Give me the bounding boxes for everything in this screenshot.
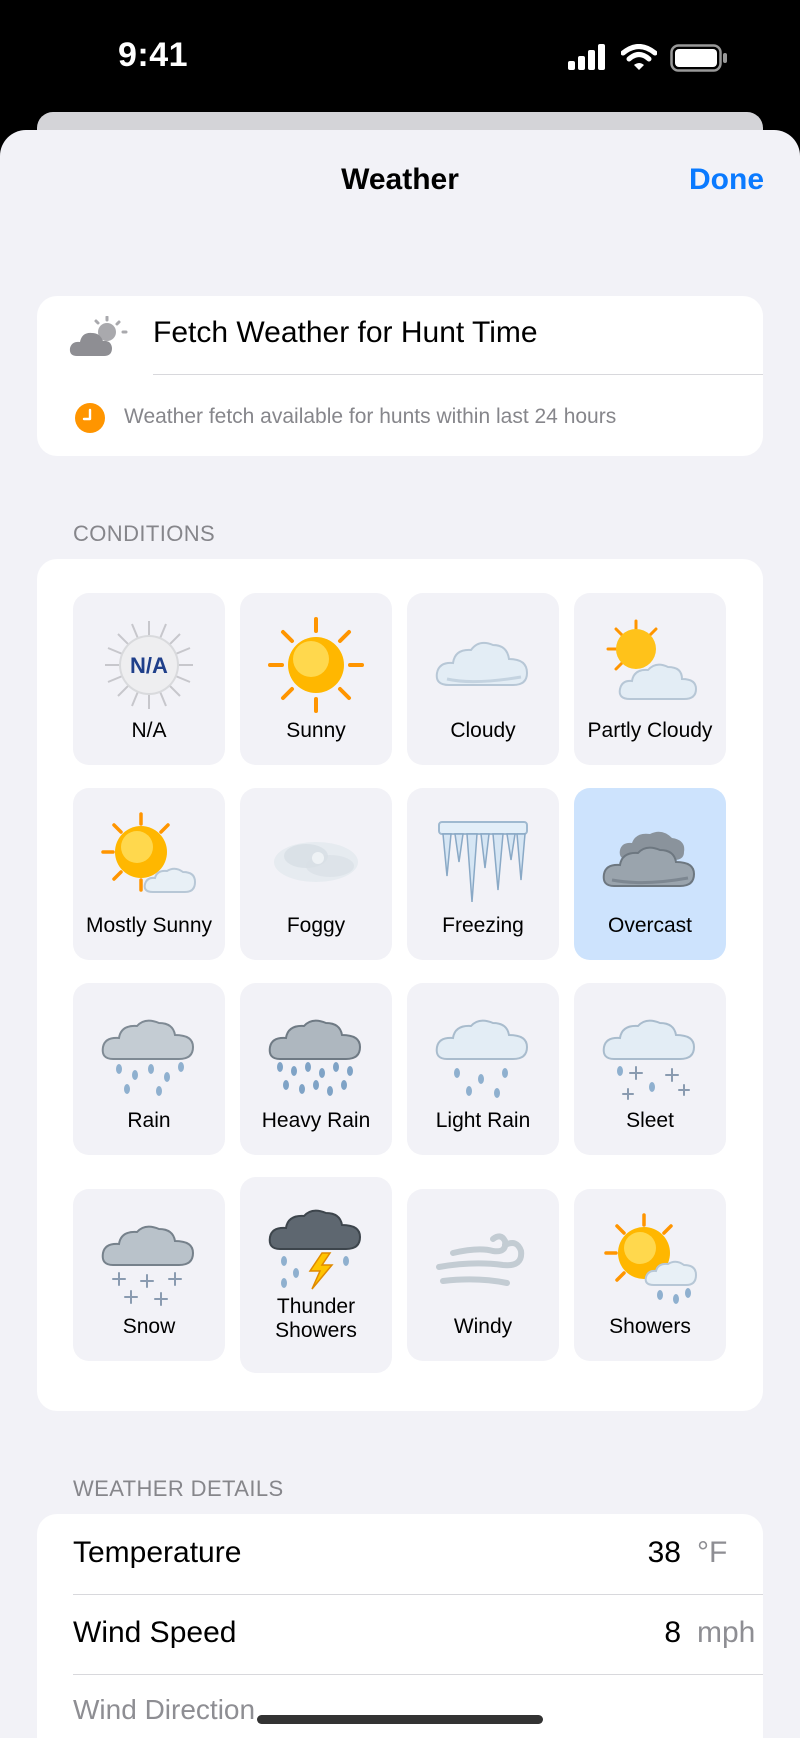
condition-label: Windy xyxy=(453,1315,513,1338)
condition-label: Overcast xyxy=(607,914,693,937)
condition-label: Cloudy xyxy=(450,719,516,742)
condition-tile-sunny[interactable]: Sunny xyxy=(240,593,392,765)
page-title: Weather xyxy=(341,163,459,196)
home-indicator xyxy=(257,1715,543,1724)
condition-label: Snow xyxy=(122,1315,176,1338)
cellular-signal-icon xyxy=(568,44,605,70)
condition-tile-rain[interactable]: Rain xyxy=(73,983,225,1155)
heavy-rain-icon xyxy=(268,1019,362,1096)
thunder-showers-icon xyxy=(268,1209,362,1290)
weather-details-header: WEATHER DETAILS xyxy=(73,1476,284,1501)
fetch-weather-label: Fetch Weather for Hunt Time xyxy=(153,316,538,349)
condition-label: N/A xyxy=(131,719,167,742)
sleet-icon xyxy=(602,1019,696,1100)
condition-tile-mostly-sunny[interactable]: Mostly Sunny xyxy=(73,788,225,960)
condition-label: Freezing xyxy=(442,914,524,937)
condition-label: Mostly Sunny xyxy=(85,914,213,937)
condition-label: Sleet xyxy=(626,1109,674,1132)
fetch-availability-note: Weather fetch available for hunts within… xyxy=(124,405,617,428)
condition-tile-freezing[interactable]: Freezing xyxy=(407,788,559,960)
condition-label: Rain xyxy=(127,1109,171,1132)
temperature-value: 38 xyxy=(647,1536,681,1569)
condition-label: Thunder Showers xyxy=(275,1295,357,1342)
condition-tile-overcast[interactable]: Overcast xyxy=(574,788,726,960)
conditions-header: CONDITIONS xyxy=(73,521,216,546)
weather-details-card: Temperature 38 °F Wind Speed 8 mph Wind … xyxy=(37,1514,763,1738)
condition-tile-windy[interactable]: Windy xyxy=(407,1189,559,1361)
wifi-icon xyxy=(621,44,657,70)
na-icon: N/A xyxy=(105,621,193,709)
temperature-label: Temperature xyxy=(73,1536,242,1569)
windy-icon xyxy=(436,1233,525,1286)
cloud-sun-icon xyxy=(69,316,128,356)
status-time: 9:41 xyxy=(118,36,189,74)
fetch-divider xyxy=(153,374,763,375)
fetch-weather-card: Fetch Weather for Hunt Time Weather fetc… xyxy=(37,296,763,456)
weather-sheet: Weather Done Fetch Weather for Hunt Time… xyxy=(0,130,800,1738)
condition-label: Light Rain xyxy=(435,1109,531,1132)
condition-label: Heavy Rain xyxy=(261,1109,371,1132)
wind-speed-label: Wind Speed xyxy=(73,1616,237,1649)
condition-label: Partly Cloudy xyxy=(587,719,713,742)
condition-tile-snow[interactable]: Snow xyxy=(73,1189,225,1361)
clock-icon xyxy=(75,403,105,433)
overcast-icon xyxy=(602,831,696,887)
svg-text:N/A: N/A xyxy=(130,653,168,678)
mostly-sunny-icon xyxy=(101,812,197,893)
condition-tile-sleet[interactable]: Sleet xyxy=(574,983,726,1155)
light-rain-icon xyxy=(435,1019,529,1098)
condition-label: Showers xyxy=(609,1315,691,1338)
sunny-icon xyxy=(268,617,364,713)
foggy-icon xyxy=(274,842,358,882)
condition-tile-foggy[interactable]: Foggy xyxy=(240,788,392,960)
condition-tile-cloudy[interactable]: Cloudy xyxy=(407,593,559,765)
freezing-icon xyxy=(438,821,528,903)
partly-cloudy-icon xyxy=(606,619,698,700)
condition-tile-thunder-showers[interactable]: Thunder Showers xyxy=(240,1177,392,1373)
fetch-weather-button[interactable]: Fetch Weather for Hunt Time xyxy=(37,296,763,374)
wind-speed-unit: mph xyxy=(697,1616,756,1649)
condition-tile-heavy-rain[interactable]: Heavy Rain xyxy=(240,983,392,1155)
snow-icon xyxy=(101,1225,195,1306)
temperature-row[interactable]: Temperature 38 °F xyxy=(37,1514,763,1594)
wind-speed-value: 8 xyxy=(664,1616,681,1649)
wind-direction-label: Wind Direction xyxy=(73,1694,256,1725)
conditions-card: N/A N/A Sunny Cloudy Partly Cloudy Mostl… xyxy=(37,559,763,1411)
condition-label: Foggy xyxy=(286,914,346,937)
condition-label: Sunny xyxy=(286,719,346,742)
showers-icon xyxy=(604,1213,698,1304)
rain-icon xyxy=(101,1019,195,1096)
battery-icon xyxy=(670,44,727,72)
temperature-unit: °F xyxy=(697,1536,728,1569)
done-button[interactable]: Done xyxy=(689,163,764,197)
condition-tile-showers[interactable]: Showers xyxy=(574,1189,726,1361)
wind-direction-row[interactable]: Wind Direction xyxy=(37,1674,763,1738)
cloudy-icon xyxy=(435,641,529,686)
condition-tile-light-rain[interactable]: Light Rain xyxy=(407,983,559,1155)
wind-speed-row[interactable]: Wind Speed 8 mph xyxy=(37,1594,763,1674)
condition-tile-partly-cloudy[interactable]: Partly Cloudy xyxy=(574,593,726,765)
condition-tile-na[interactable]: N/A N/A xyxy=(73,593,225,765)
status-bar: 9:41 xyxy=(0,0,800,112)
